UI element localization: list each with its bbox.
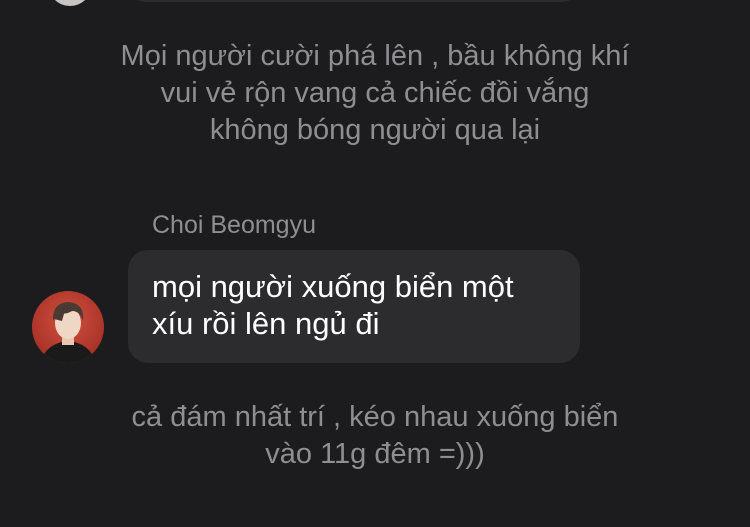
message-bubble[interactable]: mọi người xuống biển một xíu rồi lên ngủ…	[128, 250, 580, 363]
previous-avatar-partial	[48, 0, 92, 6]
narration-text: cả đám nhất trí , kéo nhau xuống biển và…	[131, 401, 619, 470]
avatar[interactable]	[32, 291, 104, 363]
avatar-photo	[32, 291, 104, 363]
sender-name: Choi Beomgyu	[152, 211, 316, 239]
message-text: mọi người xuống biển một xíu rồi lên ngủ…	[152, 269, 514, 341]
narration-text: Mọi người cười phá lên , bầu không khí v…	[120, 40, 630, 146]
previous-message-bubble-partial	[128, 0, 580, 2]
